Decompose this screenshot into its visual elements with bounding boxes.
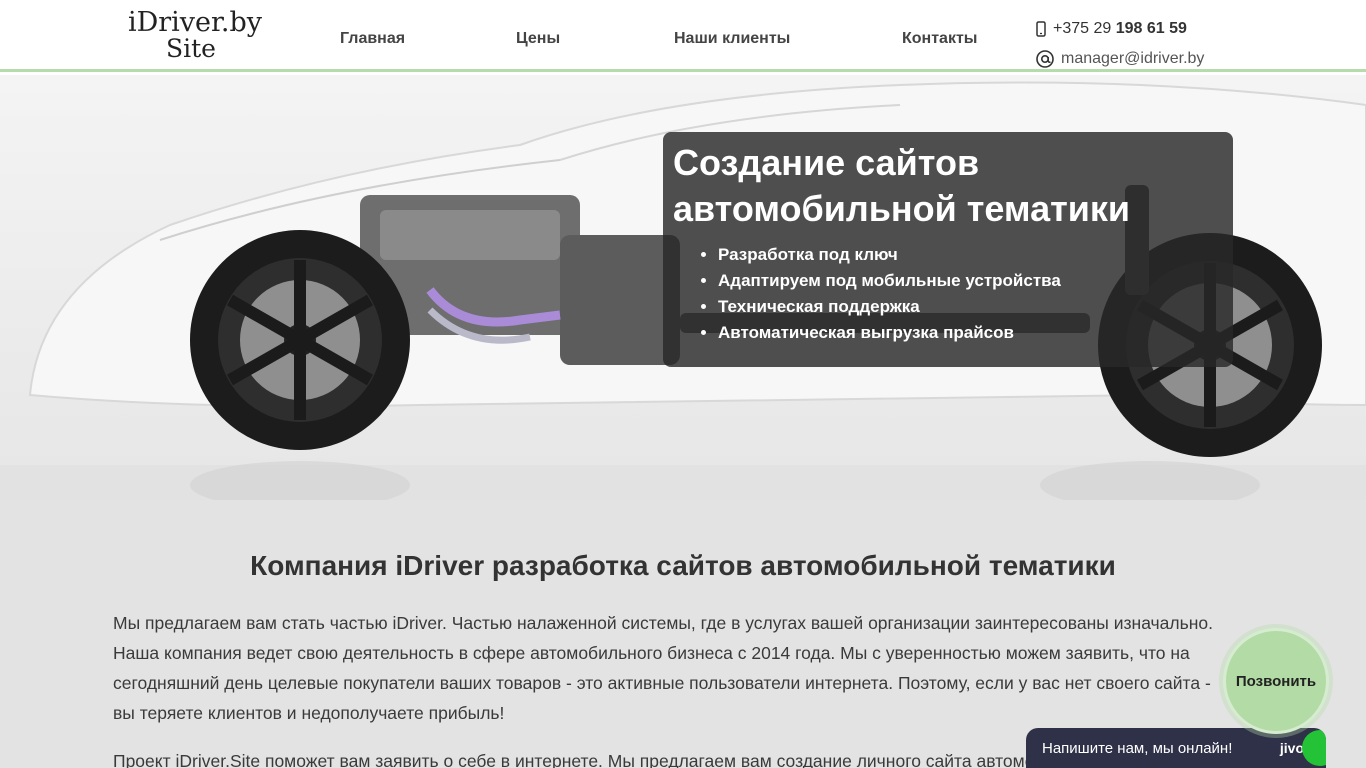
hero-title-line-2: автомобильной тематики [673, 188, 1130, 229]
hero-feature-item: Адаптируем под мобильные устройства [718, 268, 1223, 294]
hero-info-panel: Создание сайтов автомобильной тематики Р… [663, 132, 1233, 367]
phone-number: 198 61 59 [1115, 20, 1187, 37]
hero-feature-item: Автоматическая выгрузка прайсов [718, 320, 1223, 346]
nav-link-home[interactable]: Главная [340, 30, 405, 48]
chat-widget-bar[interactable]: Напишите нам, мы онлайн! jivo [1026, 728, 1326, 768]
hero-banner: Создание сайтов автомобильной тематики Р… [0, 75, 1366, 500]
header-contacts: +375 29 198 61 59 manager@idriver.by [1035, 14, 1204, 74]
email-link: manager@idriver.by [1061, 50, 1205, 67]
hero-feature-item: Разработка под ключ [718, 242, 1223, 268]
phone-icon [1036, 21, 1046, 37]
email-row[interactable]: manager@idriver.by [1035, 44, 1204, 74]
hero-title: Создание сайтов автомобильной тематики [673, 140, 1223, 232]
hero-feature-list: Разработка под ключ Адаптируем под мобил… [673, 242, 1223, 346]
call-button[interactable]: Позвонить [1223, 628, 1329, 734]
nav-link-clients[interactable]: Наши клиенты [674, 30, 790, 48]
site-header: iDriver.by Site Главная Цены Наши клиент… [0, 0, 1366, 72]
hero-feature-item: Техническая поддержка [718, 294, 1223, 320]
hero-title-line-1: Создание сайтов [673, 142, 980, 183]
chat-widget-label: Напишите нам, мы онлайн! [1042, 739, 1233, 757]
logo-line-1: iDriver.by [127, 7, 263, 38]
at-sign-icon [1036, 50, 1054, 68]
site-logo[interactable]: iDriver.by Site [125, 7, 265, 62]
online-status-indicator [1302, 730, 1326, 766]
section-heading: Компания iDriver разработка сайтов автом… [250, 550, 1116, 581]
phone-prefix: +375 29 [1053, 20, 1116, 37]
logo-line-2: Site [166, 34, 216, 63]
phone-row[interactable]: +375 29 198 61 59 [1035, 14, 1204, 44]
chat-brand-logo: jivo [1279, 740, 1304, 756]
nav-link-prices[interactable]: Цены [516, 30, 560, 48]
nav-link-contacts[interactable]: Контакты [902, 30, 977, 48]
about-paragraph-1: Мы предлагаем вам стать частью iDriver. … [113, 613, 1213, 723]
